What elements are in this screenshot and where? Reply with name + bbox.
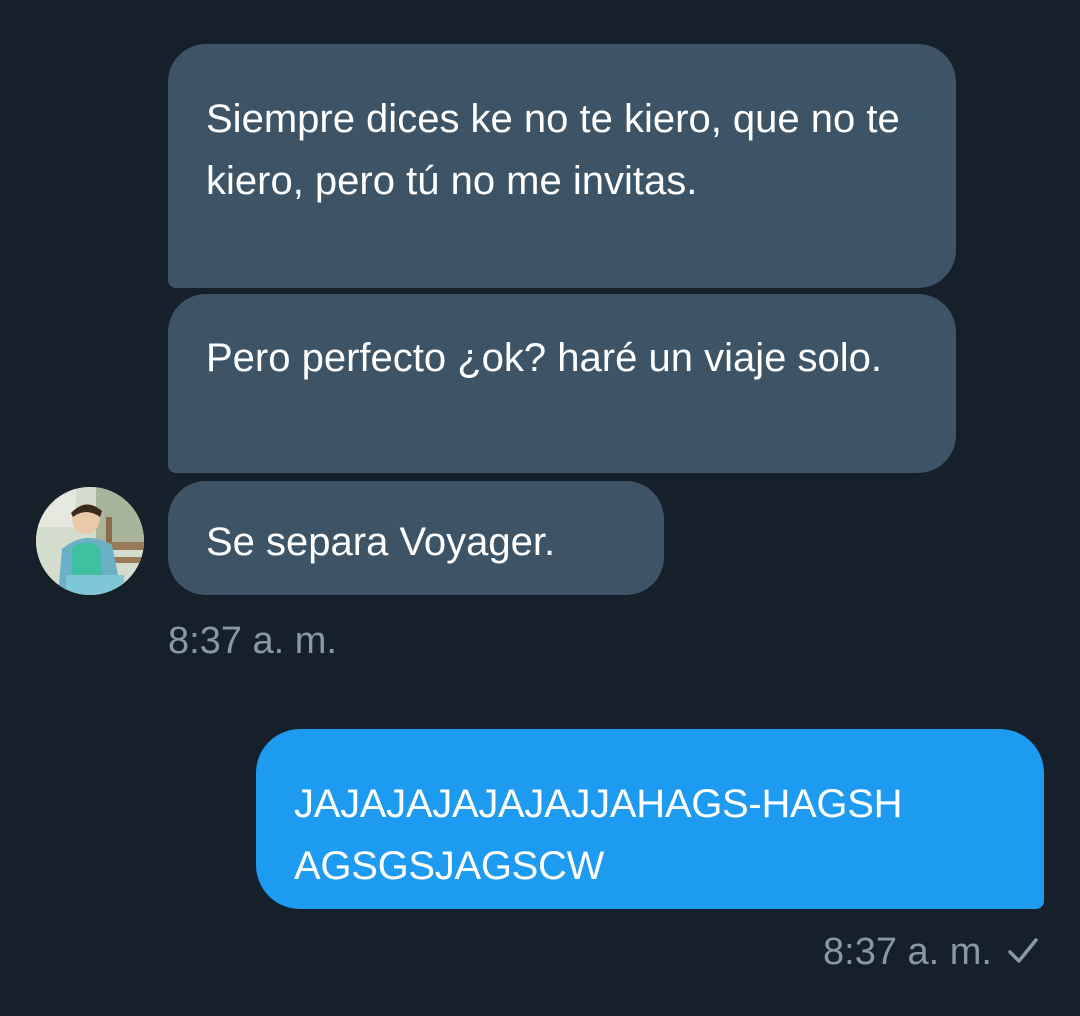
avatar-photo (36, 487, 144, 595)
message-text: JAJAJAJAJAJAJJAHAGS-HAGSHAGSGSJAGSCW (294, 782, 903, 888)
message-text: Pero perfecto ¿ok? haré un viaje solo. (206, 336, 882, 380)
sent-message-bubble[interactable]: JAJAJAJAJAJAJJAHAGS-HAGSHAGSGSJAGSCW (256, 729, 1044, 909)
message-text: Se separa Voyager. (206, 520, 556, 564)
sender-avatar[interactable] (36, 487, 144, 595)
received-message-bubble[interactable]: Siempre dices ke no te kiero, que no te … (168, 44, 956, 288)
received-message-bubble[interactable]: Se separa Voyager. (168, 481, 664, 595)
chat-screen: Siempre dices ke no te kiero, que no te … (0, 0, 1080, 1016)
checkmark-icon (1008, 938, 1038, 963)
sent-timestamp: 8:37 a. m. (823, 931, 992, 973)
received-message-bubble[interactable]: Pero perfecto ¿ok? haré un viaje solo. (168, 294, 956, 473)
received-timestamp: 8:37 a. m. (168, 620, 337, 662)
message-text: Siempre dices ke no te kiero, que no te … (206, 97, 900, 203)
